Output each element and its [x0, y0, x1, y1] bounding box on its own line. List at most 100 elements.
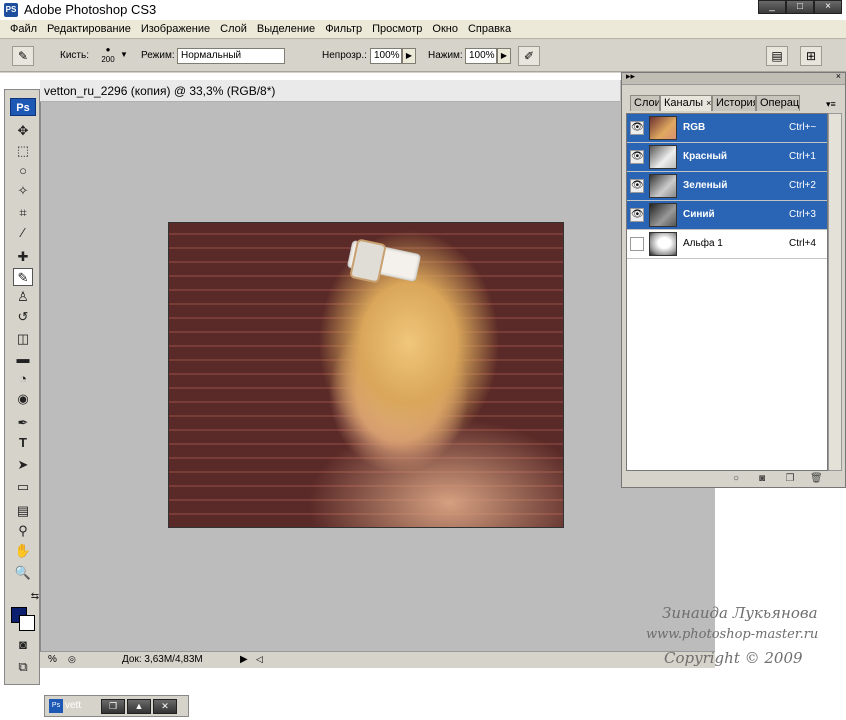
background-color-swatch[interactable]: [19, 615, 35, 631]
blur-tool-icon[interactable]: ◔: [13, 370, 33, 388]
document-title[interactable]: vetton_ru_2296 (копия) @ 33,3% (RGB/8*): [40, 80, 620, 102]
document-image[interactable]: [168, 222, 564, 528]
toolbox: Ps ✥ ⬚ ○ ✧ ⌗ ⁄ ✚ ✎ ♙ ↺ ◫ ▬ ◔ ◉ ✒ T ➤ ▭ ▤…: [4, 89, 40, 685]
menu-select[interactable]: Выделение: [252, 23, 320, 35]
marquee-tool-icon[interactable]: ⬚: [13, 142, 33, 160]
menu-edit[interactable]: Редактирование: [42, 23, 136, 35]
flow-slider-button[interactable]: ▶: [497, 48, 511, 64]
zoom-tool-icon[interactable]: 🔍: [13, 564, 33, 582]
pen-tool-icon[interactable]: ✒: [13, 414, 33, 432]
visibility-eye-icon[interactable]: 👁: [630, 179, 644, 193]
tab-close-icon[interactable]: ×: [706, 98, 711, 108]
minimized-document[interactable]: Ps vett ❐ ▲ ✕: [44, 695, 189, 717]
visibility-eye-icon[interactable]: 👁: [630, 150, 644, 164]
hand-tool-icon[interactable]: ✋: [13, 542, 33, 560]
close-button[interactable]: ×: [814, 0, 842, 14]
eyedropper-tool-icon[interactable]: ⚲: [13, 522, 33, 540]
flow-label: Нажим:: [428, 50, 463, 61]
magic-wand-tool-icon[interactable]: ✧: [13, 182, 33, 200]
brush-dropdown-icon[interactable]: ▼: [120, 50, 128, 59]
toolbox-ps-badge[interactable]: Ps: [10, 98, 36, 116]
crop-tool-icon[interactable]: ⌗: [13, 204, 33, 222]
new-channel-icon[interactable]: ❐: [784, 473, 796, 485]
clone-stamp-tool-icon[interactable]: ♙: [13, 288, 33, 306]
lasso-tool-icon[interactable]: ○: [13, 162, 33, 180]
document-ps-icon: Ps: [49, 699, 63, 713]
history-brush-tool-icon[interactable]: ↺: [13, 308, 33, 326]
window-controls: _ □ ×: [758, 0, 842, 14]
panel-menu-icon[interactable]: ▾≡: [826, 99, 836, 110]
menu-help[interactable]: Справка: [463, 23, 516, 35]
quick-mask-icon[interactable]: ◙: [13, 636, 33, 654]
watermark-author: Зинаида Лукьянова: [662, 604, 818, 622]
move-tool-icon[interactable]: ✥: [13, 122, 33, 140]
screen-mode-icon[interactable]: ⧉: [13, 658, 33, 676]
visibility-eye-icon[interactable]: 👁: [630, 121, 644, 135]
maximize-button[interactable]: □: [786, 0, 814, 14]
minimize-button[interactable]: _: [758, 0, 786, 14]
menu-view[interactable]: Просмотр: [367, 23, 427, 35]
gradient-tool-icon[interactable]: ▬: [13, 350, 33, 368]
status-menu-arrow-icon[interactable]: ▶: [240, 654, 248, 665]
app-title: Adobe Photoshop CS3: [24, 2, 157, 17]
panel-grip-icon[interactable]: ▸▸: [626, 71, 635, 82]
load-selection-icon[interactable]: ○: [730, 473, 742, 485]
menu-filter[interactable]: Фильтр: [320, 23, 367, 35]
title-bar: PS Adobe Photoshop CS3 _ □ ×: [0, 0, 846, 20]
panel-close-icon[interactable]: ×: [836, 71, 841, 81]
channel-name: RGB: [683, 122, 706, 133]
brush-tool-icon[interactable]: ✎: [13, 268, 33, 286]
dodge-tool-icon[interactable]: ◉: [13, 390, 33, 408]
brush-dot-icon: ●: [105, 45, 111, 54]
channel-thumbnail: [649, 174, 677, 198]
slice-tool-icon[interactable]: ⁄: [13, 224, 33, 242]
airbrush-icon[interactable]: ✐: [518, 46, 540, 66]
channel-name: Красный: [683, 151, 728, 162]
status-info-icon[interactable]: ◎: [68, 654, 76, 665]
healing-brush-tool-icon[interactable]: ✚: [13, 248, 33, 266]
menu-layer[interactable]: Слой: [215, 23, 252, 35]
horizontal-scroll-left-icon[interactable]: ◁: [256, 654, 263, 665]
visibility-toggle[interactable]: [630, 237, 644, 251]
channel-list-scrollbar[interactable]: [828, 113, 842, 471]
menu-file[interactable]: Файл: [5, 23, 42, 35]
channel-row-blue[interactable]: 👁 Синий Ctrl+3: [627, 201, 827, 230]
minimized-document-label: vett: [65, 700, 82, 711]
path-selection-tool-icon[interactable]: ➤: [13, 456, 33, 474]
delete-channel-icon[interactable]: 🗑: [810, 473, 823, 485]
tab-layers[interactable]: Слои: [630, 95, 660, 111]
channel-row-alpha[interactable]: Альфа 1 Ctrl+4: [627, 230, 827, 259]
panel-header[interactable]: ▸▸ ×: [622, 71, 845, 85]
flow-input[interactable]: 100%: [465, 48, 497, 64]
menu-bar: Файл Редактирование Изображение Слой Выд…: [0, 20, 846, 39]
close-doc-button[interactable]: ✕: [153, 699, 177, 714]
type-tool-icon[interactable]: T: [13, 434, 33, 452]
menu-window[interactable]: Окно: [427, 23, 463, 35]
channel-row-red[interactable]: 👁 Красный Ctrl+1: [627, 143, 827, 172]
channel-name: Зеленый: [683, 180, 728, 191]
tab-actions[interactable]: Операции: [756, 95, 800, 111]
channel-thumbnail: [649, 232, 677, 256]
brush-tool-preset-icon[interactable]: ✎: [12, 46, 34, 66]
mode-select[interactable]: Нормальный: [177, 48, 285, 64]
swap-colors-icon[interactable]: ⇆: [25, 588, 45, 606]
eraser-tool-icon[interactable]: ◫: [13, 330, 33, 348]
channel-row-rgb[interactable]: 👁 RGB Ctrl+~: [627, 114, 827, 143]
tab-channels[interactable]: Каналы ×: [660, 95, 712, 111]
menu-image[interactable]: Изображение: [136, 23, 215, 35]
shape-tool-icon[interactable]: ▭: [13, 478, 33, 496]
panel-footer: ○ ◙ ❐ 🗑: [626, 471, 842, 487]
maximize-doc-button[interactable]: ▲: [127, 699, 151, 714]
save-selection-icon[interactable]: ◙: [756, 473, 768, 485]
tab-history[interactable]: История: [712, 95, 756, 111]
workspace-icon[interactable]: ⊞: [800, 46, 822, 66]
opacity-slider-button[interactable]: ▶: [402, 48, 416, 64]
zoom-status[interactable]: %: [48, 654, 57, 665]
channel-row-green[interactable]: 👁 Зеленый Ctrl+2: [627, 172, 827, 201]
notes-tool-icon[interactable]: ▤: [13, 502, 33, 520]
visibility-eye-icon[interactable]: 👁: [630, 208, 644, 222]
opacity-input[interactable]: 100%: [370, 48, 402, 64]
brush-picker[interactable]: ● 200: [98, 45, 118, 67]
palette-well-icon[interactable]: ▤: [766, 46, 788, 66]
restore-button[interactable]: ❐: [101, 699, 125, 714]
